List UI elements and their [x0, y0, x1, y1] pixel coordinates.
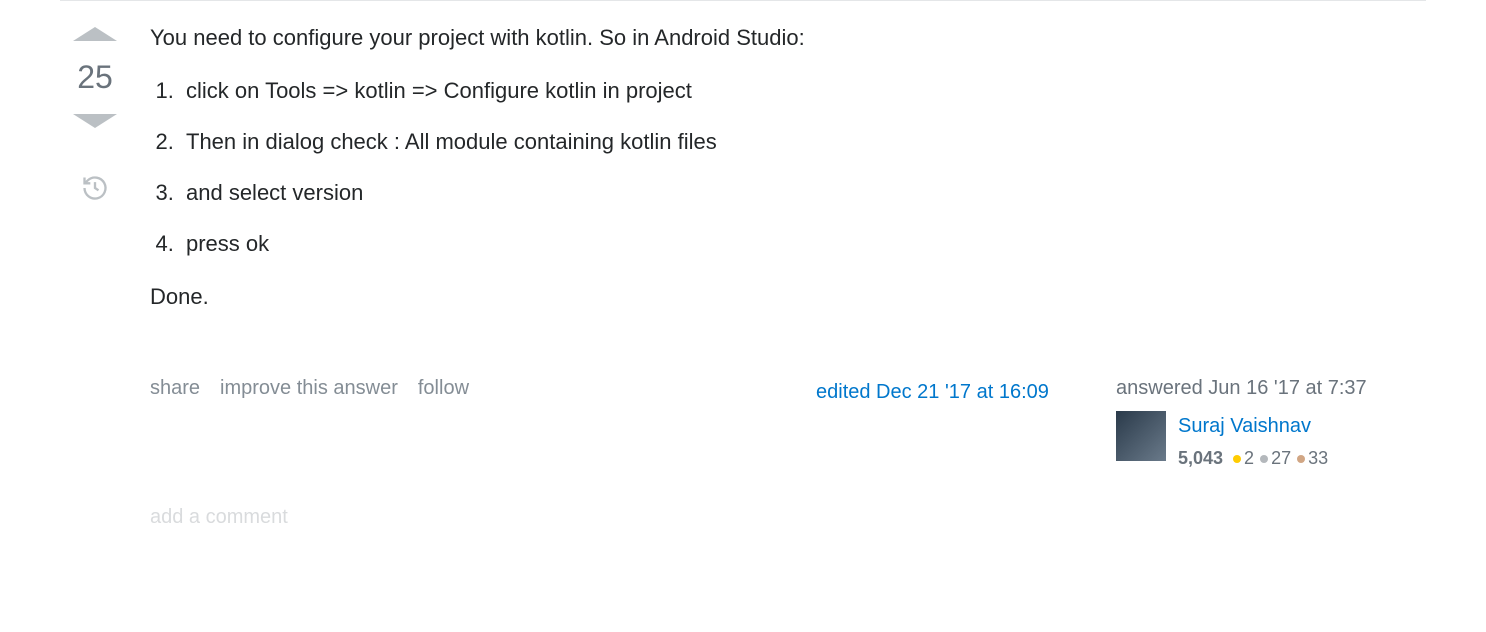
- silver-dot-icon: [1260, 455, 1268, 463]
- history-icon[interactable]: [81, 174, 109, 208]
- add-comment-link[interactable]: add a comment: [150, 502, 1426, 532]
- bronze-dot-icon: [1297, 455, 1305, 463]
- gold-badge: 2: [1233, 445, 1254, 472]
- user-meta: Suraj Vaishnav 5,043 2 27: [1178, 411, 1328, 472]
- bronze-count: 33: [1308, 445, 1328, 472]
- silver-badge: 27: [1260, 445, 1291, 472]
- bronze-badge: 33: [1297, 445, 1328, 472]
- outro-text: Done.: [150, 280, 1426, 313]
- upvote-button[interactable]: [73, 27, 117, 41]
- edited-info: edited Dec 21 '17 at 16:09: [816, 377, 1116, 407]
- answer-post: 25 You need to configure your project wi…: [60, 0, 1426, 532]
- avatar[interactable]: [1116, 411, 1166, 461]
- share-link[interactable]: share: [150, 373, 200, 403]
- downvote-button[interactable]: [73, 114, 117, 128]
- post-menu: share improve this answer follow edited …: [150, 373, 1426, 472]
- follow-link[interactable]: follow: [418, 373, 469, 403]
- vote-count: 25: [77, 59, 113, 96]
- user-name-link[interactable]: Suraj Vaishnav: [1178, 411, 1328, 441]
- list-item: and select version: [180, 176, 1426, 209]
- edited-link[interactable]: edited Dec 21 '17 at 16:09: [816, 381, 1049, 403]
- answered-label: answered Jun 16 '17 at 7:37: [1116, 373, 1426, 403]
- list-item: press ok: [180, 227, 1426, 260]
- user-details: Suraj Vaishnav 5,043 2 27: [1116, 411, 1426, 472]
- gold-count: 2: [1244, 445, 1254, 472]
- vote-cell: 25: [60, 21, 130, 532]
- intro-text: You need to configure your project with …: [150, 21, 1426, 54]
- post-body: You need to configure your project with …: [150, 21, 1426, 532]
- list-item: Then in dialog check : All module contai…: [180, 125, 1426, 158]
- post-actions: share improve this answer follow: [150, 373, 816, 403]
- list-item: click on Tools => kotlin => Configure ko…: [180, 74, 1426, 107]
- gold-dot-icon: [1233, 455, 1241, 463]
- reputation: 5,043: [1178, 445, 1223, 472]
- user-info: answered Jun 16 '17 at 7:37 Suraj Vaishn…: [1116, 373, 1426, 472]
- silver-count: 27: [1271, 445, 1291, 472]
- steps-list: click on Tools => kotlin => Configure ko…: [180, 74, 1426, 260]
- user-stats: 5,043 2 27 33: [1178, 445, 1328, 472]
- improve-link[interactable]: improve this answer: [220, 373, 398, 403]
